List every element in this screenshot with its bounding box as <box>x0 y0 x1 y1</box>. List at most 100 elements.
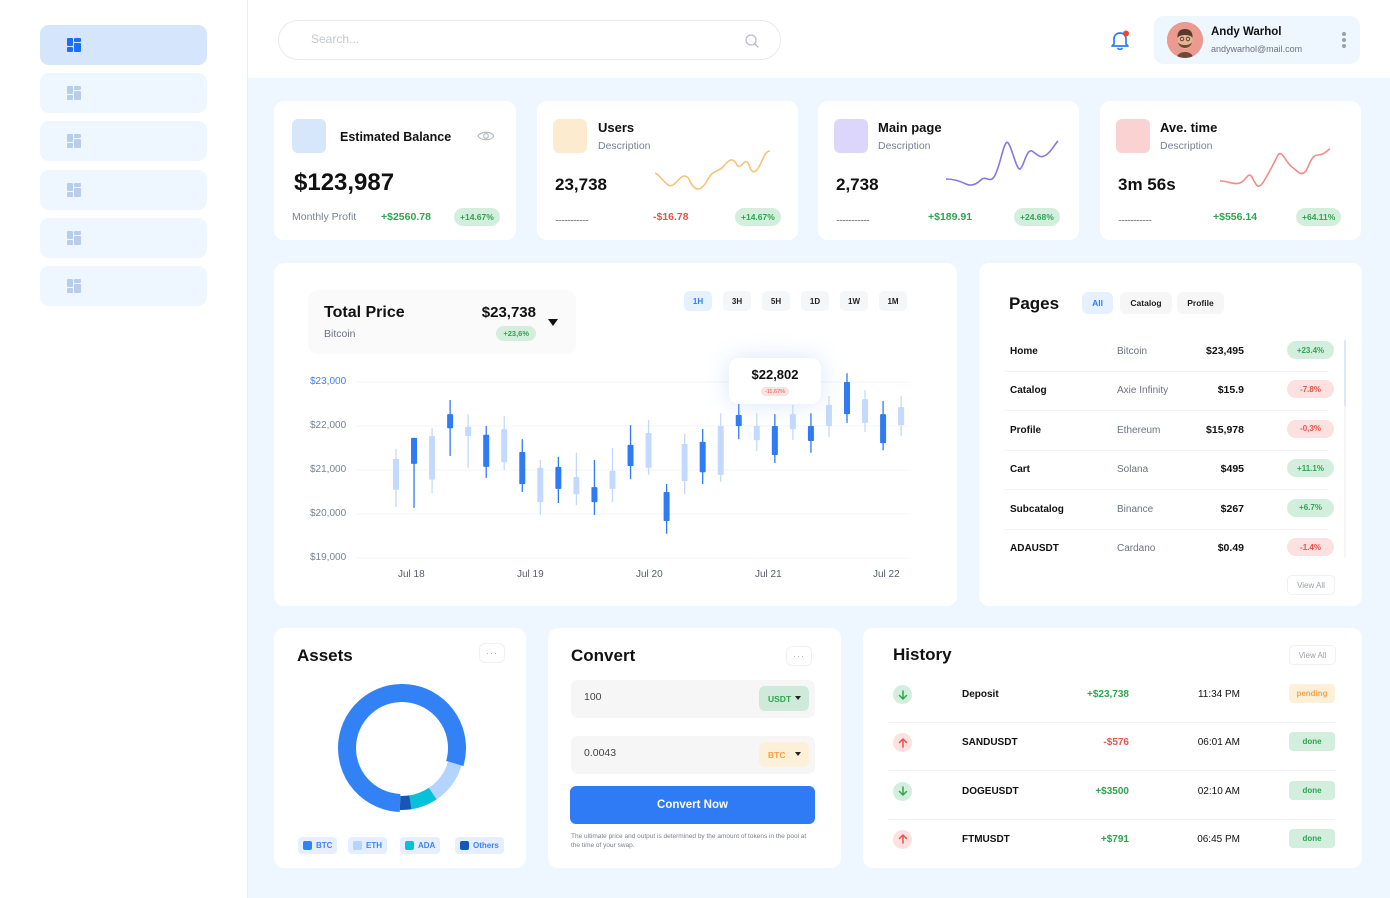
candle[interactable] <box>681 433 688 495</box>
coin-price: $0.49 <box>1217 542 1244 554</box>
history-row[interactable]: Deposit +$23,738 11:34 PM pending <box>888 675 1338 723</box>
candle-body <box>429 436 436 480</box>
donut-slice-ada[interactable] <box>408 787 437 810</box>
pages-row[interactable]: Subcatalog Binance $267 +6.7% <box>1004 491 1334 530</box>
candle[interactable] <box>393 448 399 507</box>
legend-label: ADA <box>418 841 436 850</box>
legend-swatch <box>353 841 362 850</box>
candle[interactable] <box>699 429 706 485</box>
y-tick-label: $19,000 <box>310 552 347 563</box>
candle[interactable] <box>447 400 454 456</box>
transaction-time: 06:01 AM <box>1197 737 1240 749</box>
convert-from-input[interactable] <box>584 691 734 703</box>
candle[interactable] <box>591 459 598 515</box>
candle[interactable] <box>411 437 418 508</box>
coin-name: Solana <box>1117 464 1149 476</box>
pages-scrollbar-thumb[interactable] <box>1344 340 1346 406</box>
coin-price: $495 <box>1220 463 1244 476</box>
convert-now-button[interactable]: Convert Now <box>570 786 815 824</box>
candle[interactable] <box>519 439 526 492</box>
history-title: History <box>893 645 952 664</box>
status-badge: done <box>1289 732 1335 752</box>
candle-body <box>555 466 562 489</box>
candle[interactable] <box>465 414 472 468</box>
x-tick-label: Jul 22 <box>873 569 900 580</box>
transaction-amount: +$791 <box>1100 833 1129 845</box>
tab-all[interactable]: All <box>1082 292 1113 314</box>
donut-slice-eth[interactable] <box>428 761 462 800</box>
candle-body <box>844 382 850 415</box>
candle[interactable] <box>735 403 742 440</box>
candle[interactable] <box>573 452 580 506</box>
candle[interactable] <box>880 400 887 451</box>
history-row[interactable]: FTMUSDT +$791 06:45 PM done <box>888 820 1338 868</box>
candle-body <box>699 441 706 473</box>
status-badge: done <box>1289 780 1335 800</box>
change-badge: -0,3% <box>1287 419 1334 438</box>
change-badge: -1.4% <box>1287 538 1334 556</box>
change-badge: -7.8% <box>1287 380 1334 399</box>
candle[interactable] <box>555 456 562 503</box>
pages-row[interactable]: Profile Ethereum $15,978 -0,3% <box>1004 412 1334 451</box>
pages-row[interactable]: ADAUSDT Cardano $0.49 -1.4% <box>1004 530 1334 569</box>
page-name: Home <box>1010 346 1038 357</box>
tab-profile[interactable]: Profile <box>1177 292 1224 314</box>
candle[interactable] <box>645 419 652 475</box>
history-row[interactable]: SANDUSDT -$576 06:01 AM done <box>888 723 1338 772</box>
candle[interactable] <box>627 425 634 480</box>
candle[interactable] <box>609 448 616 503</box>
candle[interactable] <box>771 414 778 463</box>
candle[interactable] <box>825 396 832 437</box>
convert-to-input[interactable] <box>584 747 734 759</box>
tab-catalog[interactable]: Catalog <box>1120 292 1172 314</box>
transaction-name: FTMUSDT <box>962 833 1010 845</box>
transaction-name: DOGEUSDT <box>962 785 1019 797</box>
candle-body <box>393 459 399 490</box>
legend-item-btc[interactable]: BTC <box>298 837 338 854</box>
convert-more-button[interactable]: ··· <box>786 646 812 666</box>
to-currency-select[interactable]: BTC <box>759 742 809 767</box>
legend-label: Others <box>473 841 499 850</box>
candle[interactable] <box>753 413 760 452</box>
candle[interactable] <box>537 459 544 515</box>
convert-from-field[interactable]: USDT <box>571 680 815 718</box>
candle[interactable] <box>844 373 850 423</box>
legend-swatch <box>303 841 312 850</box>
candle-body <box>735 415 742 426</box>
tooltip-badge: -11,67% <box>761 387 789 396</box>
candle-body <box>501 429 508 463</box>
history-row[interactable]: DOGEUSDT +$3500 02:10 AM done <box>888 772 1338 820</box>
candle[interactable] <box>789 404 796 441</box>
page-name: Cart <box>1010 464 1031 476</box>
assets-donut-chart <box>338 684 466 812</box>
candle[interactable] <box>663 484 670 534</box>
candle-body <box>591 487 598 503</box>
legend-item-others[interactable]: Others <box>455 837 504 854</box>
pages-row[interactable]: Home Bitcoin $23,495 +23.4% <box>1004 333 1334 372</box>
convert-to-field[interactable]: BTC <box>571 736 815 774</box>
candle[interactable] <box>807 413 814 453</box>
pages-row[interactable]: Catalog Axie Infinity $15.9 -7.8% <box>1004 372 1334 412</box>
legend-item-eth[interactable]: ETH <box>348 837 387 854</box>
pages-scrollbar-track[interactable] <box>1344 340 1346 558</box>
candle-body <box>753 426 760 441</box>
candle[interactable] <box>429 428 436 493</box>
from-currency-select[interactable]: USDT <box>759 686 809 711</box>
candle[interactable] <box>898 396 905 437</box>
from-currency-label: USDT <box>768 693 792 704</box>
legend-item-ada[interactable]: ADA <box>400 837 441 854</box>
donut-slice-others[interactable] <box>399 795 412 810</box>
candle[interactable] <box>501 415 508 470</box>
candle[interactable] <box>717 413 724 482</box>
candle-body <box>573 477 580 495</box>
caret-down-icon <box>795 752 801 756</box>
pages-view-all-button[interactable]: View All <box>1287 575 1335 595</box>
legend-swatch <box>460 841 469 850</box>
x-tick-label: Jul 19 <box>517 569 544 580</box>
assets-more-button[interactable]: ··· <box>479 643 505 663</box>
candle-body <box>645 433 652 468</box>
history-view-all-button[interactable]: View All <box>1289 645 1336 665</box>
candle-body <box>411 437 418 464</box>
pages-row[interactable]: Cart Solana $495 +11.1% <box>1004 451 1334 491</box>
y-tick-label: $20,000 <box>310 508 347 519</box>
